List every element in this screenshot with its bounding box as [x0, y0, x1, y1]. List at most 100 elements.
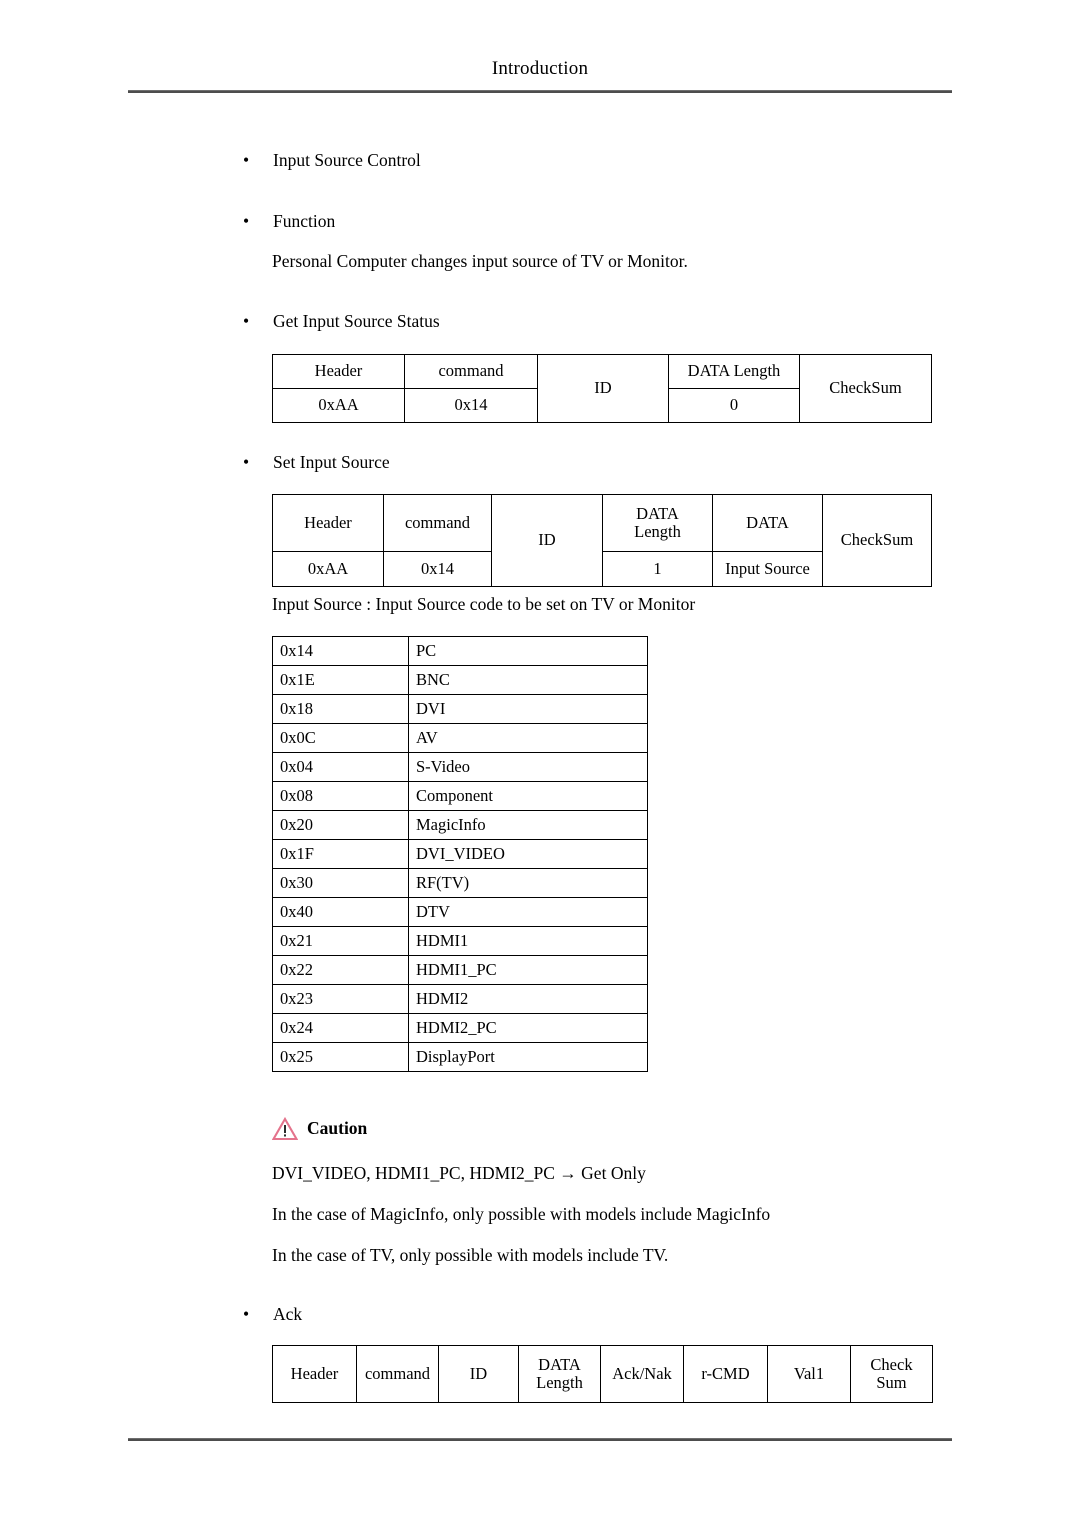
cell-header-label: Header [272, 354, 405, 389]
cell-checksum-line1: Check [870, 1354, 913, 1374]
cell-header-value: 0xAA [272, 551, 384, 587]
bullet-marker: • [243, 452, 250, 472]
header-divider [128, 90, 952, 93]
cell-source-code: 0x21 [272, 926, 409, 956]
table-row: 0x40 DTV [272, 897, 648, 927]
cell-data-length-label: DATA Length [602, 494, 713, 552]
cell-command-value: 0x14 [383, 551, 492, 587]
cell-source-code: 0x20 [272, 810, 409, 840]
cell-source-name: DisplayPort [408, 1042, 648, 1072]
cell-command-label: command [383, 494, 492, 552]
cell-data-length-label: DATA Length [668, 354, 800, 389]
cell-source-code: 0x23 [272, 984, 409, 1014]
cell-rcmd-label: r-CMD [683, 1345, 768, 1403]
bullet-marker: • [243, 211, 250, 231]
cell-source-name: BNC [408, 665, 648, 695]
cell-source-name: Component [408, 781, 648, 811]
table-row: 0x1E BNC [272, 665, 648, 695]
caution-block: Caution [271, 1116, 368, 1142]
cell-checksum-label: Check Sum [850, 1345, 933, 1403]
table-row: 0x25 DisplayPort [272, 1042, 648, 1072]
cell-source-name: MagicInfo [408, 810, 648, 840]
cell-source-name: DVI [408, 694, 648, 724]
set-input-source-table: Header command ID DATA Length DATA Check… [272, 494, 932, 587]
cell-source-code: 0x22 [272, 955, 409, 985]
cell-header-label: Header [272, 494, 384, 552]
cell-source-code: 0x0C [272, 723, 409, 753]
cell-source-name: PC [408, 636, 648, 666]
bullet-input-source-control-label: Input Source Control [273, 150, 421, 170]
table-row: Header command ID DATA Length Ack/Nak r-… [272, 1345, 933, 1403]
table-row: 0x20 MagicInfo [272, 810, 648, 840]
cell-data-length-line1: DATA [636, 503, 679, 523]
cell-source-name: DVI_VIDEO [408, 839, 648, 869]
table-row: 0x04 S-Video [272, 752, 648, 782]
caution-line-1: DVI_VIDEO, HDMI1_PC, HDMI2_PC → Get Only [272, 1163, 646, 1183]
cell-source-code: 0x40 [272, 897, 409, 927]
cell-checksum-label: CheckSum [799, 354, 932, 423]
cell-source-name: S-Video [408, 752, 648, 782]
cell-source-name: HDMI1_PC [408, 955, 648, 985]
cell-source-name: HDMI1 [408, 926, 648, 956]
cell-header-value: 0xAA [272, 388, 405, 423]
cell-source-code: 0x18 [272, 694, 409, 724]
cell-data-length-value: 1 [602, 551, 713, 587]
cell-data-label: DATA [712, 494, 823, 552]
cell-data-length-line2: Length [536, 1373, 583, 1392]
cell-data-length-line1: DATA [538, 1354, 581, 1374]
table-row: 0x22 HDMI1_PC [272, 955, 648, 985]
cell-source-code: 0x30 [272, 868, 409, 898]
page-header-title: Introduction [491, 58, 589, 79]
document-page: Introduction • Input Source Control • Fu… [0, 0, 1080, 1527]
input-source-note: Input Source : Input Source code to be s… [272, 594, 696, 614]
cell-source-code: 0x24 [272, 1013, 409, 1043]
table-row: Header command ID DATA Length DATA Check… [272, 494, 932, 587]
cell-source-code: 0x1E [272, 665, 409, 695]
cell-command-value: 0x14 [404, 388, 538, 423]
bullet-ack-label: Ack [273, 1304, 303, 1324]
caution-line-2: In the case of MagicInfo, only possible … [272, 1204, 771, 1224]
table-row: 0x1F DVI_VIDEO [272, 839, 648, 869]
footer-divider [128, 1438, 952, 1441]
table-row: 0x30 RF(TV) [272, 868, 648, 898]
bullet-marker: • [243, 150, 250, 170]
cell-source-name: AV [408, 723, 648, 753]
cell-source-name: HDMI2 [408, 984, 648, 1014]
cell-header-label: Header [272, 1345, 357, 1403]
table-row: Header command ID DATA Length CheckSum [272, 354, 932, 423]
table-row: 0x18 DVI [272, 694, 648, 724]
get-input-source-status-table: Header command ID DATA Length CheckSum 0… [272, 354, 932, 423]
caution-line-3: In the case of TV, only possible with mo… [272, 1245, 669, 1265]
bullet-marker: • [243, 311, 250, 331]
cell-source-code: 0x25 [272, 1042, 409, 1072]
bullet-set-input-source-label: Set Input Source [273, 452, 390, 472]
caution-title: Caution [307, 1118, 368, 1139]
cell-source-code: 0x1F [272, 839, 409, 869]
bullet-marker: • [243, 1304, 250, 1324]
cell-source-code: 0x04 [272, 752, 409, 782]
cell-id-label: ID [537, 354, 669, 423]
table-row: 0x21 HDMI1 [272, 926, 648, 956]
cell-id-label: ID [438, 1345, 519, 1403]
input-source-code-table: 0x14 PC 0x1E BNC 0x18 DVI 0x0C AV 0x04 S-Video 0x0… [272, 636, 648, 1072]
cell-val1-label: Val1 [767, 1345, 851, 1403]
cell-checksum-line2: Sum [876, 1373, 907, 1392]
cell-data-length-line2: Length [634, 522, 681, 541]
bullet-get-input-source-status-label: Get Input Source Status [273, 311, 440, 331]
ack-table: Header command ID DATA Length Ack/Nak r-… [272, 1345, 933, 1403]
cell-data-length-label: DATA Length [518, 1345, 601, 1403]
table-row: 0x14 PC [272, 636, 648, 666]
table-row: 0x08 Component [272, 781, 648, 811]
cell-source-name: HDMI2_PC [408, 1013, 648, 1043]
cell-command-label: command [404, 354, 538, 389]
warning-triangle-icon [271, 1116, 299, 1141]
bullet-function-label: Function [273, 211, 336, 231]
cell-command-label: command [356, 1345, 439, 1403]
cell-checksum-label: CheckSum [822, 494, 932, 587]
cell-ack-nak-label: Ack/Nak [600, 1345, 684, 1403]
table-row: 0x23 HDMI2 [272, 984, 648, 1014]
cell-source-code: 0x14 [272, 636, 409, 666]
table-row: 0x24 HDMI2_PC [272, 1013, 648, 1043]
cell-data-length-value: 0 [668, 388, 800, 423]
table-row: 0x0C AV [272, 723, 648, 753]
